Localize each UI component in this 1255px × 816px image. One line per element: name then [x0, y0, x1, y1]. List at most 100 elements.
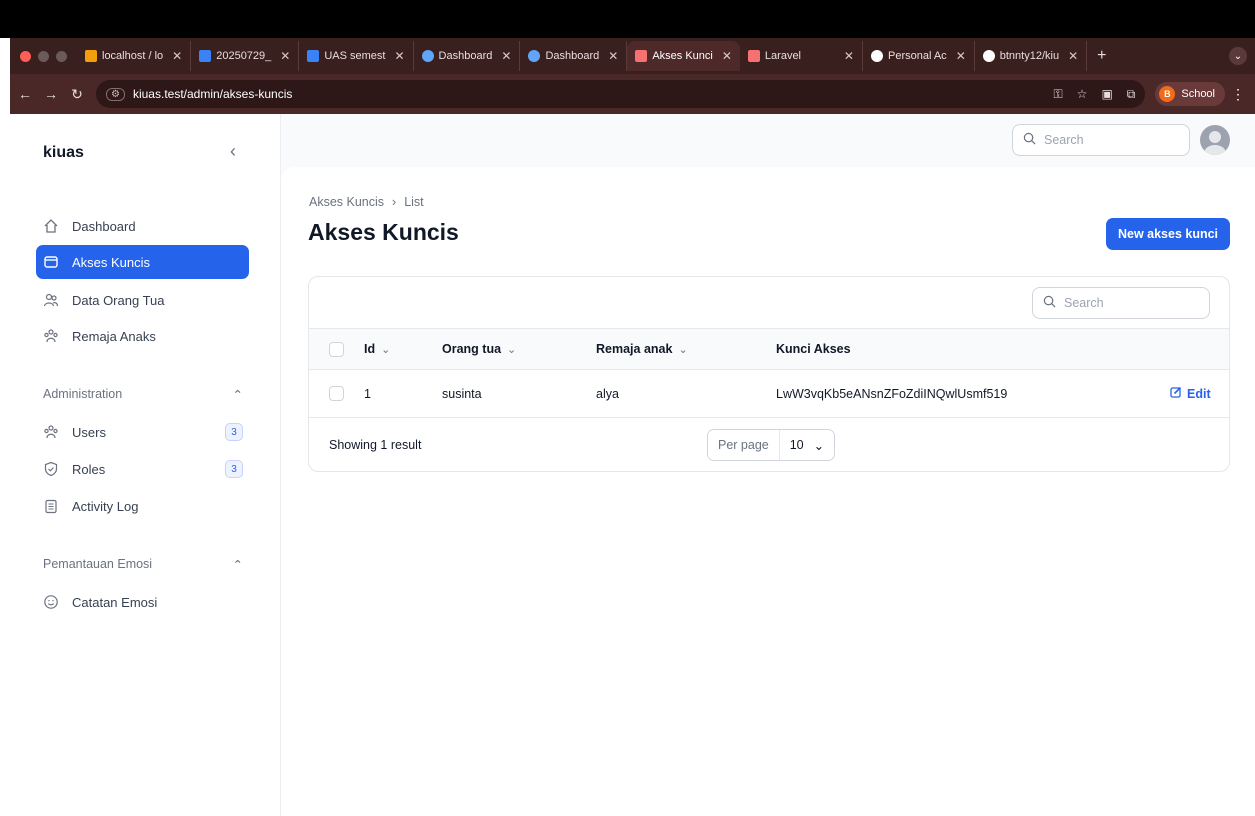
sidebar: kiuas ‹ Dashboard Akses Kuncis Data Oran…: [10, 114, 281, 816]
new-akses-kunci-button[interactable]: New akses kunci: [1106, 218, 1230, 250]
user-avatar[interactable]: [1200, 125, 1230, 155]
per-page-select[interactable]: Per page 10 ⌄: [707, 429, 836, 461]
sidebar-item-roles[interactable]: Roles 3: [36, 452, 249, 486]
browser-tab[interactable]: Dashboard ✕: [414, 41, 521, 71]
profile-avatar: B: [1159, 86, 1176, 102]
browser-tab[interactable]: Personal Ac ✕: [863, 41, 975, 71]
close-tab-icon[interactable]: ✕: [280, 49, 290, 63]
per-page-value: 10: [789, 438, 804, 452]
table-row[interactable]: 1 susinta alya LwW3vqKb5eANsnZFoZdiINQwl…: [309, 370, 1229, 418]
sidebar-group-administration[interactable]: Administration ⌃: [43, 387, 243, 402]
folder-icon: [42, 253, 60, 271]
sidebar-item-remaja-anaks[interactable]: Remaja Anaks: [36, 319, 249, 353]
new-tab-button[interactable]: +: [1087, 47, 1116, 65]
cell-orang-tua: susinta: [442, 386, 482, 401]
breadcrumb-link[interactable]: Akses Kuncis: [309, 195, 384, 209]
browser-menu-icon[interactable]: ⋮: [1231, 86, 1255, 103]
sidebar-item-dashboard[interactable]: Dashboard: [36, 209, 249, 243]
brand-logo: kiuas: [43, 144, 84, 161]
edit-button[interactable]: Edit: [1170, 370, 1211, 417]
window-controls: [10, 50, 77, 62]
sidebar-item-activity-log[interactable]: Activity Log: [36, 489, 249, 523]
sidebar-item-catatan-emosi[interactable]: Catatan Emosi: [36, 585, 249, 619]
count-badge: 3: [225, 423, 243, 441]
close-tab-icon[interactable]: ✕: [1068, 49, 1078, 63]
select-all-checkbox[interactable]: [329, 341, 344, 357]
key-icon[interactable]: ⚿: [1054, 87, 1063, 102]
extension-icon[interactable]: ▣: [1101, 87, 1112, 102]
table-search-input[interactable]: Search: [1032, 287, 1210, 319]
puzzle-icon[interactable]: ⧉: [1127, 87, 1136, 102]
shield-icon: [42, 460, 60, 478]
user-group-icon: [42, 327, 60, 345]
cell-id: 1: [364, 386, 371, 401]
chevron-up-icon: ⌃: [232, 558, 243, 572]
bookmark-star-icon[interactable]: ☆: [1077, 87, 1088, 102]
page-title: Akses Kuncis: [308, 219, 459, 245]
back-icon[interactable]: ←: [14, 86, 36, 102]
column-header-orang-tua[interactable]: Orang tua ⌄: [442, 329, 516, 369]
column-header-remaja-anak[interactable]: Remaja anak ⌄: [596, 329, 688, 369]
github-icon: [982, 50, 995, 62]
docs-icon: [307, 50, 320, 62]
close-tab-icon[interactable]: ✕: [844, 49, 854, 63]
browser-tab[interactable]: UAS semest ✕: [299, 41, 414, 71]
forward-icon[interactable]: →: [40, 86, 62, 102]
browser-tab-active[interactable]: Akses Kunci ✕: [627, 41, 740, 71]
address-bar: ← → ↻ ⚙ kiuas.test/admin/akses-kuncis ⚿ …: [10, 74, 1255, 114]
tab-search-icon[interactable]: ⌄: [1229, 47, 1247, 65]
sidebar-group-pemantauan-emosi[interactable]: Pemantauan Emosi ⌃: [43, 557, 243, 572]
table-header: Id ⌄ Orang tua ⌄ Remaja anak ⌄ Kunci Akses: [309, 328, 1229, 370]
close-tab-icon[interactable]: ✕: [608, 49, 618, 63]
laravel-icon: [747, 50, 760, 62]
result-count: Showing 1 result: [329, 438, 422, 452]
chevron-right-icon: ›: [392, 195, 397, 209]
browser-tab[interactable]: Dashboard ✕: [520, 41, 628, 71]
sort-chevron-icon: ⌄: [381, 343, 391, 356]
screen-top-bar: [0, 0, 1255, 38]
cell-remaja-anak: alya: [596, 386, 619, 401]
close-tab-icon[interactable]: ✕: [501, 49, 511, 63]
app-icon: [528, 50, 541, 62]
chevron-up-icon: ⌃: [232, 388, 243, 402]
close-tab-icon[interactable]: ✕: [956, 49, 966, 63]
row-checkbox[interactable]: [329, 386, 344, 401]
close-tab-icon[interactable]: ✕: [172, 49, 182, 63]
browser-tab-bar: localhost / lo ✕ 20250729_ ✕ UAS semest ✕ D…: [10, 38, 1255, 74]
smile-icon: [42, 593, 60, 611]
collapse-sidebar-icon[interactable]: ‹: [230, 141, 236, 162]
close-window-button[interactable]: [20, 50, 31, 62]
reload-icon[interactable]: ↻: [66, 86, 88, 103]
phpmyadmin-icon: [85, 50, 97, 62]
close-tab-icon[interactable]: ✕: [722, 49, 732, 63]
maximize-window-button[interactable]: [56, 50, 67, 62]
sidebar-item-data-orang-tua[interactable]: Data Orang Tua: [36, 283, 249, 317]
sort-chevron-icon: ⌄: [507, 343, 517, 356]
global-search-input[interactable]: Search: [1012, 124, 1190, 156]
laravel-icon: [635, 50, 648, 62]
app-window: kiuas ‹ Dashboard Akses Kuncis Data Oran…: [10, 114, 1255, 816]
site-info-icon[interactable]: ⚙: [106, 87, 125, 101]
column-header-kunci-akses: Kunci Akses: [776, 342, 851, 356]
sidebar-item-users[interactable]: Users 3: [36, 415, 249, 449]
close-tab-icon[interactable]: ✕: [394, 49, 404, 63]
browser-tab[interactable]: btnnty12/kiu ✕: [975, 41, 1088, 71]
browser-tab[interactable]: localhost / lo ✕: [77, 41, 192, 71]
sidebar-item-akses-kuncis[interactable]: Akses Kuncis: [36, 245, 249, 279]
chevron-down-icon: ⌄: [813, 438, 825, 453]
app-icon: [421, 50, 434, 62]
minimize-window-button[interactable]: [38, 50, 49, 62]
clipboard-icon: [42, 497, 60, 515]
user-group-icon: [42, 423, 60, 441]
github-icon: [870, 50, 883, 62]
column-header-id[interactable]: Id ⌄: [364, 329, 390, 369]
home-icon: [42, 217, 60, 235]
browser-tab[interactable]: 20250729_ ✕: [191, 41, 300, 71]
breadcrumb-current: List: [404, 195, 424, 209]
url-field[interactable]: ⚙ kiuas.test/admin/akses-kuncis ⚿ ☆ ▣ ⧉: [96, 80, 1146, 108]
main-content: Akses Kuncis › List Akses Kuncis New aks…: [281, 167, 1255, 816]
per-page-label: Per page: [708, 430, 780, 460]
users-icon: [42, 291, 60, 309]
profile-chip[interactable]: B School: [1155, 82, 1225, 106]
browser-tab[interactable]: Laravel ✕: [740, 41, 863, 71]
